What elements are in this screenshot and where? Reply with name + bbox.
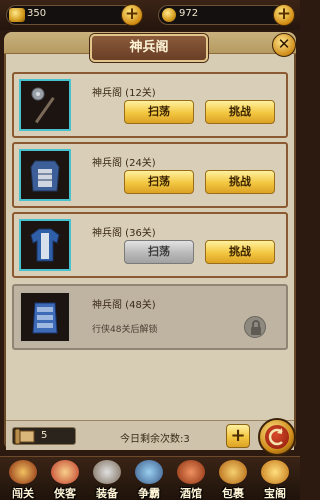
- coin-icon: [162, 8, 176, 22]
- warrior-icon: [9, 460, 37, 484]
- close-button[interactable]: ✕: [272, 33, 296, 57]
- add-gold-button[interactable]: +: [121, 4, 143, 26]
- stage-row: 神兵阁 (24关) 扫荡 挑战: [12, 142, 288, 208]
- coin-amount: 972: [179, 8, 199, 19]
- nav-item-challenge[interactable]: 闯关: [2, 457, 44, 500]
- mace-icon: [31, 87, 55, 124]
- stage-name: 神兵阁 (48关): [92, 300, 156, 311]
- item-slot: [19, 79, 71, 131]
- challenge-button[interactable]: 挑战: [205, 170, 275, 194]
- nav-item-treasure[interactable]: 宝阁: [254, 457, 296, 500]
- gold-amount: 350: [27, 8, 47, 19]
- close-icon: ✕: [277, 35, 291, 53]
- challenge-button[interactable]: 挑战: [205, 240, 275, 264]
- lock-icon: [244, 316, 266, 338]
- item-slot: [19, 219, 71, 271]
- nav-label: 装备: [96, 487, 118, 500]
- coin-display: 972 +: [158, 4, 295, 26]
- tavern-icon: [177, 460, 205, 484]
- nav-item-battle[interactable]: 争霸: [128, 457, 170, 500]
- stage-row: 神兵阁 (36关) 扫荡 挑战: [12, 212, 288, 278]
- back-button[interactable]: [258, 418, 296, 456]
- gold-ingot-icon: [9, 8, 25, 22]
- sweep-button[interactable]: 扫荡: [124, 170, 194, 194]
- stage-name: 神兵阁 (12关): [92, 88, 156, 99]
- unlock-requirement: 行侠48关后解锁: [92, 325, 158, 335]
- gold-display: 350 +: [6, 4, 143, 26]
- panel-title: 神兵阁: [90, 34, 208, 62]
- remaining-attempts: 今日剩余次数:3: [120, 434, 190, 445]
- nav-label: 包裹: [222, 487, 244, 500]
- nav-label: 酒馆: [180, 487, 202, 500]
- stage-row-locked: 神兵阁 (48关) 行侠48关后解锁: [12, 284, 288, 350]
- treasure-icon: [261, 460, 289, 484]
- challenge-button[interactable]: 挑战: [205, 100, 275, 124]
- nav-label: 侠客: [54, 487, 76, 500]
- add-coin-button[interactable]: +: [273, 4, 295, 26]
- item-slot: [19, 291, 71, 343]
- nav-label: 宝阁: [264, 487, 286, 500]
- scroll-counter: 5: [12, 427, 76, 445]
- plus-icon: +: [230, 425, 246, 446]
- armor-icon: [30, 160, 60, 192]
- stage-name: 神兵阁 (36关): [92, 228, 156, 239]
- back-icon: [265, 425, 289, 449]
- bag-icon: [219, 460, 247, 484]
- item-slot: [19, 149, 71, 201]
- sweep-button[interactable]: 扫荡: [124, 240, 194, 264]
- bottom-nav: 闯关 侠客 装备 争霸 酒馆 包裹 宝阁: [0, 456, 300, 500]
- sweep-button[interactable]: 扫荡: [124, 100, 194, 124]
- hero-icon: [51, 460, 79, 484]
- robe-icon: [30, 228, 60, 262]
- nav-item-heroes[interactable]: 侠客: [44, 457, 86, 500]
- nav-item-tavern[interactable]: 酒馆: [170, 457, 212, 500]
- scroll-count: 5: [41, 430, 48, 441]
- nav-item-bag[interactable]: 包裹: [212, 457, 254, 500]
- stage-row: 神兵阁 (12关) 扫荡 挑战: [12, 72, 288, 138]
- scroll-icon: [14, 428, 35, 445]
- nav-label: 闯关: [12, 487, 34, 500]
- equipment-icon: [93, 460, 121, 484]
- vest-icon: [32, 302, 58, 334]
- nav-label: 争霸: [138, 487, 160, 500]
- nav-item-equipment[interactable]: 装备: [86, 457, 128, 500]
- currency-bar: 350 + 972 +: [0, 0, 300, 30]
- add-attempts-button[interactable]: +: [226, 424, 250, 448]
- battle-icon: [135, 460, 163, 484]
- stage-name: 神兵阁 (24关): [92, 158, 156, 169]
